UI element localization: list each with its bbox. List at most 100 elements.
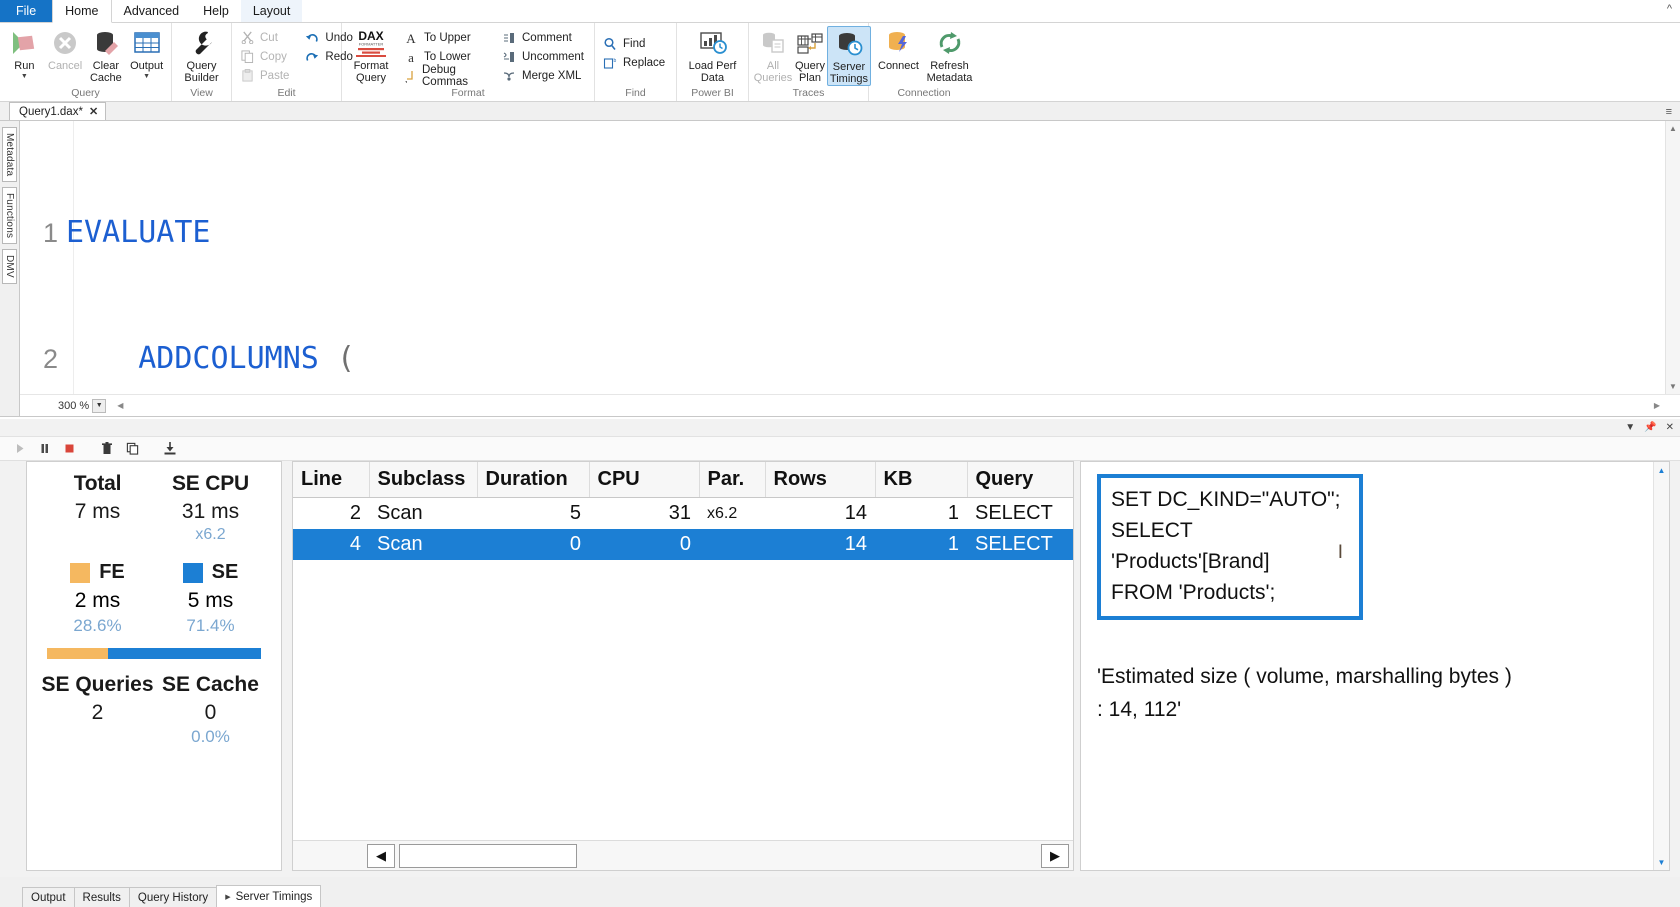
copy-icon[interactable] xyxy=(121,439,143,459)
output-button[interactable]: Output ▼ xyxy=(126,26,167,80)
query-detail-pane[interactable]: SET DC_KIND="AUTO"; SELECT 'Products'[Br… xyxy=(1080,461,1670,871)
cancel-icon xyxy=(51,28,79,58)
close-icon[interactable]: ✕ xyxy=(89,105,98,118)
bottom-tab-server-timings-label: Server Timings xyxy=(235,890,313,903)
side-tab-metadata[interactable]: Metadata xyxy=(2,127,17,183)
scroll-up-icon[interactable]: ▲ xyxy=(1654,462,1669,478)
cell-kb: 1 xyxy=(875,529,967,560)
find-button[interactable]: Find xyxy=(599,34,671,53)
chevron-down-icon[interactable]: ▼ xyxy=(1625,422,1635,433)
bottom-tab-output[interactable]: Output xyxy=(22,887,75,907)
code-content[interactable]: 1EVALUATE 2 ADDCOLUMNS ( 3 VALUES ( Prod… xyxy=(20,121,1680,416)
cell-cpu: 0 xyxy=(589,529,699,560)
bottom-tab-results[interactable]: Results xyxy=(73,887,130,907)
replace-icon: b xyxy=(602,55,618,70)
col-subclass[interactable]: Subclass xyxy=(369,462,478,498)
grid-scroll-left-button[interactable]: ◀ xyxy=(367,843,395,868)
detail-vertical-scrollbar[interactable]: ▲ ▼ xyxy=(1653,462,1669,870)
hscroll-left-icon[interactable]: ◀ xyxy=(117,401,123,410)
clear-cache-button[interactable]: Clear Cache xyxy=(86,26,127,84)
load-perf-data-button[interactable]: Load Perf Data xyxy=(681,26,744,84)
run-button[interactable]: Run ▼ xyxy=(4,26,45,80)
hscroll-right-icon[interactable]: ▶ xyxy=(1654,401,1660,410)
stop-icon[interactable] xyxy=(58,439,80,459)
comment-button[interactable]: Comment xyxy=(498,28,590,47)
server-timings-button[interactable]: Server Timings xyxy=(826,26,871,86)
play-icon[interactable] xyxy=(8,439,30,459)
menu-item-file[interactable]: File xyxy=(0,0,53,22)
uncomment-icon xyxy=(501,49,517,64)
menu-item-home[interactable]: Home xyxy=(52,0,112,23)
col-cpu[interactable]: CPU xyxy=(589,462,700,498)
pause-icon[interactable] xyxy=(33,439,55,459)
grid-horizontal-scrollbar[interactable]: ◀ ▶ xyxy=(293,840,1073,870)
scroll-down-icon[interactable]: ▼ xyxy=(1654,854,1669,870)
all-queries-button[interactable]: All Queries xyxy=(753,26,793,84)
document-tab-query1[interactable]: Query1.dax* ✕ xyxy=(9,102,107,120)
se-cache-value: 0 xyxy=(204,701,217,724)
scroll-down-icon[interactable]: ▼ xyxy=(1666,379,1680,394)
connect-button[interactable]: Connect xyxy=(873,26,924,72)
copy-icon xyxy=(239,49,255,64)
col-duration[interactable]: Duration xyxy=(477,462,590,498)
dax-studio-window: File Home Advanced Help Layout ^ Run ▼ C… xyxy=(0,0,1680,907)
editor-vertical-scrollbar[interactable]: ▲ ▼ xyxy=(1665,121,1680,394)
tab-options-icon[interactable]: ≡ xyxy=(1666,106,1672,118)
col-query[interactable]: Query xyxy=(967,462,1073,498)
col-kb[interactable]: KB xyxy=(875,462,968,498)
merge-xml-button[interactable]: Merge XML xyxy=(498,66,590,85)
export-icon[interactable] xyxy=(159,439,181,459)
copy-button[interactable]: Copy xyxy=(236,47,295,66)
to-upper-button[interactable]: A To Upper xyxy=(400,28,486,47)
table-row[interactable]: 2 Scan 5 31 x6.2 14 1 SELECT xyxy=(293,498,1073,530)
cut-button[interactable]: Cut xyxy=(236,28,295,47)
cell-par: x6.2 xyxy=(707,504,738,522)
grid-scroll-right-button[interactable]: ▶ xyxy=(1041,843,1069,868)
bottom-tab-query-history[interactable]: Query History xyxy=(128,887,218,907)
ribbon-group-connection-label: Connection xyxy=(897,87,951,99)
close-icon[interactable]: ✕ xyxy=(1666,422,1674,433)
paste-button[interactable]: Paste xyxy=(236,66,295,85)
menu-item-help[interactable]: Help xyxy=(191,0,241,22)
clear-cache-icon xyxy=(92,28,120,58)
format-query-label: Format Query xyxy=(353,60,389,84)
table-row[interactable]: 4 Scan 0 0 14 1 SELECT xyxy=(293,529,1073,560)
zoom-dropdown-icon[interactable]: ▼ xyxy=(92,398,107,413)
debug-commas-button[interactable]: , Debug Commas xyxy=(400,64,486,88)
cut-label: Cut xyxy=(260,31,278,44)
cancel-button[interactable]: Cancel xyxy=(45,26,86,72)
load-perf-data-icon xyxy=(698,28,728,58)
menu-item-layout-label: Layout xyxy=(252,4,291,18)
dax-code-editor[interactable]: 1EVALUATE 2 ADDCOLUMNS ( 3 VALUES ( Prod… xyxy=(20,121,1680,416)
scroll-up-icon[interactable]: ▲ xyxy=(1666,121,1680,136)
grid-scroll-thumb[interactable] xyxy=(399,843,577,868)
query-builder-button[interactable]: Query Builder xyxy=(176,26,227,84)
menu-item-layout[interactable]: Layout xyxy=(240,0,303,22)
refresh-metadata-button[interactable]: Refresh Metadata xyxy=(924,26,975,84)
cancel-button-label: Cancel xyxy=(48,60,83,72)
side-tab-functions[interactable]: Functions xyxy=(2,187,17,245)
ribbon-group-query: Run ▼ Cancel Clear Cache Output ▼ Query xyxy=(0,23,172,101)
bottom-tab-server-timings[interactable]: ▶ Server Timings xyxy=(216,885,322,907)
to-lower-icon: a xyxy=(403,49,419,64)
side-tab-dmv[interactable]: DMV xyxy=(2,249,17,285)
se-cpu-label: SE CPU xyxy=(172,472,249,495)
output-caret-icon[interactable]: ▼ xyxy=(143,73,150,80)
menu-item-advanced[interactable]: Advanced xyxy=(112,0,192,22)
replace-button[interactable]: b Replace xyxy=(599,53,671,72)
collapse-ribbon-icon[interactable]: ^ xyxy=(1667,3,1672,15)
sql-text-highlight[interactable]: SET DC_KIND="AUTO"; SELECT 'Products'[Br… xyxy=(1097,474,1363,620)
run-caret-icon[interactable]: ▼ xyxy=(21,73,28,80)
query-plan-button[interactable]: Query Plan xyxy=(793,26,827,84)
delete-icon[interactable] xyxy=(96,439,118,459)
pin-icon[interactable]: 📌 xyxy=(1644,422,1656,433)
uncomment-button[interactable]: Uncomment xyxy=(498,47,590,66)
all-queries-label: All Queries xyxy=(753,60,793,84)
code-line-1-text: EVALUATE xyxy=(66,215,211,250)
col-rows[interactable]: Rows xyxy=(765,462,876,498)
summary-row-queries: SE Queries 2 SE Cache 0 0.0% xyxy=(41,673,267,747)
format-query-button[interactable]: DAX FORMATTER Format Query xyxy=(346,26,396,84)
col-line[interactable]: Line xyxy=(293,462,370,498)
col-par[interactable]: Par. xyxy=(699,462,766,498)
copy-label: Copy xyxy=(260,50,287,63)
